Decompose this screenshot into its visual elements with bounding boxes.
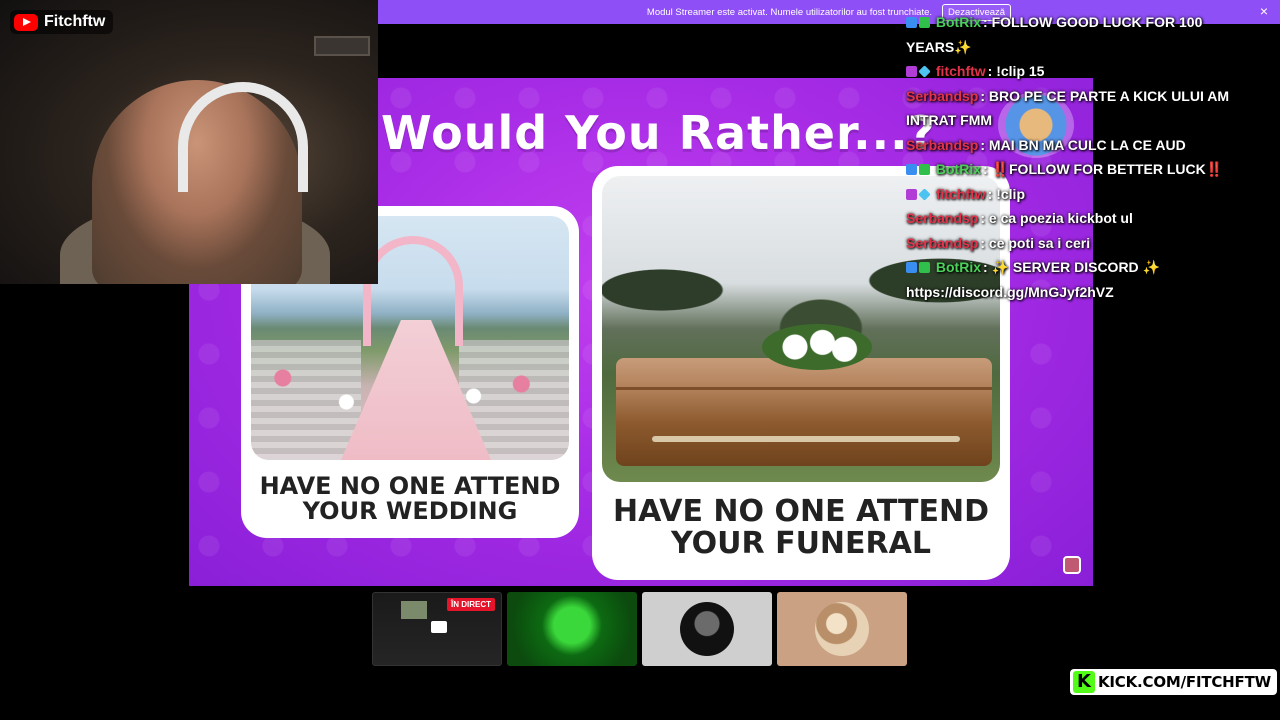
chat-message: BotRix: FOLLOW GOOD LUCK FOR 100 YEARS✨	[906, 14, 1203, 55]
verified-icon	[919, 262, 930, 273]
avatar-thumbnail[interactable]	[642, 592, 772, 666]
kick-channel-url: KICK.COM/FITCHFTW	[1098, 673, 1271, 691]
bot-badge-icon	[906, 164, 917, 175]
chat-text: !clip	[996, 185, 1025, 202]
chat-username[interactable]: Serbandsp	[906, 137, 978, 153]
chat-text: ce poti sa i ceri	[988, 234, 1091, 251]
option-left-label: HAVE NO ONE ATTEND YOUR WEDDING	[259, 472, 561, 526]
chat-message: Serbandsp: ce poti sa i ceri	[906, 234, 1091, 251]
chat-text: MAI BN MA CULC LA CE AUD	[988, 136, 1186, 153]
chat-username[interactable]: Serbandsp	[906, 235, 978, 251]
webcam-feed: Fitchftw	[0, 0, 378, 284]
channel-badge: Fitchftw	[10, 10, 114, 34]
live-badge: ÎN DIRECT	[447, 598, 495, 611]
youtube-icon	[14, 13, 38, 31]
close-icon[interactable]: ×	[1260, 3, 1268, 19]
chat-username[interactable]: BotRix	[936, 259, 981, 275]
screen-share-thumbnail[interactable]: ÎN DIRECT	[372, 592, 502, 666]
chat-message: Serbandsp: BRO PE CE PARTE A KICK ULUI A…	[906, 87, 1229, 129]
scene-thumbnails: ÎN DIRECT	[372, 592, 907, 666]
chat-message: BotRix: ‼️FOLLOW FOR BETTER LUCK‼️	[906, 157, 1256, 182]
stream-layout: Would You Rather...? HAVE NO ONE ATTEND …	[0, 0, 1280, 720]
chat-username[interactable]: fitchftw	[936, 63, 986, 79]
chat-text: !clip 15	[996, 63, 1045, 79]
chat-text: ‼️FOLLOW FOR BETTER LUCK‼️	[991, 161, 1224, 177]
kick-logo-icon: K	[1073, 671, 1095, 693]
bot-badge-icon	[906, 17, 917, 28]
couple-thumbnail[interactable]	[777, 592, 907, 666]
verified-icon	[919, 164, 930, 175]
chat-message: Serbandsp: e ca poezia kickbot ul	[906, 210, 1133, 226]
chat-username[interactable]: fitchftw	[936, 186, 986, 202]
avatar	[680, 602, 734, 656]
casket	[616, 358, 992, 466]
quiz-corner-icon	[1063, 556, 1081, 574]
chat-text: e ca poezia kickbot ul	[988, 210, 1133, 226]
chat-username[interactable]: Serbandsp	[906, 210, 978, 226]
avatar	[815, 602, 869, 656]
option-right-label: HAVE NO ONE ATTEND YOUR FUNERAL	[612, 494, 990, 561]
floral-arch	[363, 236, 463, 346]
quiz-title: Would You Rather...?	[381, 106, 937, 160]
chat-username[interactable]: BotRix	[936, 14, 981, 30]
mic-badge-icon	[906, 66, 917, 77]
monitor-icon	[431, 621, 447, 633]
chat-username[interactable]: BotRix	[936, 161, 981, 177]
chat-username[interactable]: Serbandsp	[906, 88, 978, 104]
cube-badge-icon	[918, 187, 931, 201]
verified-icon	[919, 17, 930, 28]
green-scene-thumbnail[interactable]	[507, 592, 637, 666]
bot-badge-icon	[906, 262, 917, 273]
chat-message: fitchftw: !clip	[906, 182, 1256, 207]
chat-overlay: BotRix: FOLLOW GOOD LUCK FOR 100 YEARS✨ …	[906, 10, 1256, 304]
cube-badge-icon	[918, 65, 931, 78]
channel-name: Fitchftw	[44, 13, 106, 30]
kick-watermark: K KICK.COM/FITCHFTW	[1070, 669, 1277, 695]
flower-wreath	[762, 324, 872, 370]
chat-message: BotRix: ✨ SERVER DISCORD ✨ https://disco…	[906, 259, 1160, 300]
banner-text: Modul Streamer este activat. Numele util…	[646, 6, 933, 18]
chat-message: Serbandsp: MAI BN MA CULC LA CE AUD	[906, 136, 1186, 153]
chat-message: fitchftw: !clip 15	[906, 59, 1256, 84]
mic-badge-icon	[906, 188, 917, 200]
